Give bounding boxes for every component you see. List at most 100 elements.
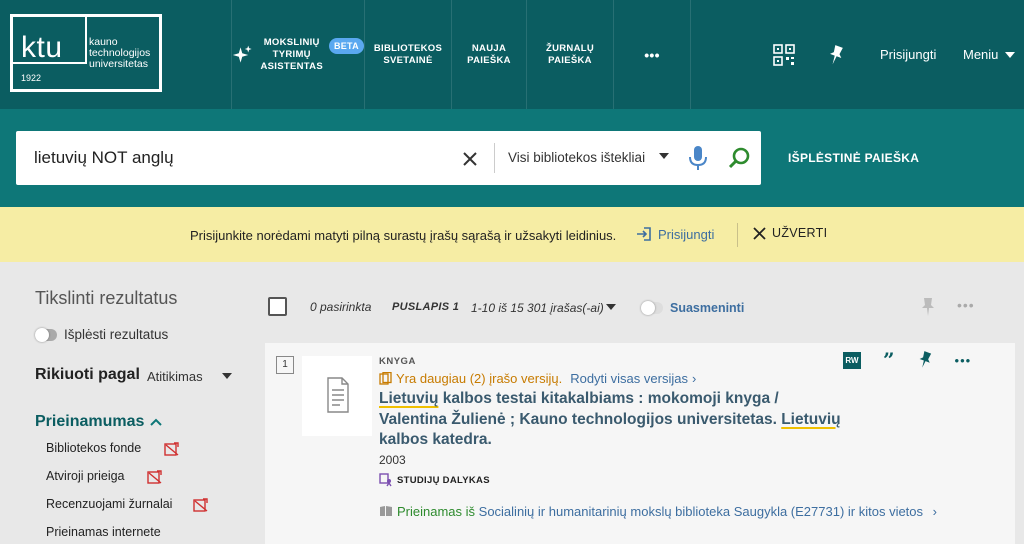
nav-label-line: SVETAINĖ [383,54,433,66]
facet-open-access[interactable]: Atviroji prieiga [46,469,125,483]
exclude-facet-icon[interactable] [147,470,162,484]
nav-new-search[interactable]: NAUJA PAIEŠKA [452,0,526,109]
search-icon[interactable] [727,145,753,171]
more-options-icon[interactable]: ••• [957,297,975,313]
beta-badge: BETA [328,37,364,54]
chevron-right-icon: › [932,504,937,519]
close-icon [753,226,766,240]
chevron-right-icon: › [691,371,697,386]
result-title-link[interactable]: Lietuvių kalbos testai kitakalbiams : mo… [379,389,849,451]
logo-name-line: universitetas [89,58,148,70]
refine-sidebar: Tikslinti rezultatus Išplėsti rezultatus… [0,262,260,544]
facet-peer-reviewed[interactable]: Recenzuojami žurnalai [46,497,172,511]
availability-status: Prieinamas iš [397,504,476,519]
sign-in-icon [637,227,651,241]
resource-type: KNYGA [379,356,416,367]
result-actions: RW ” ••• [843,350,972,370]
sort-label: Rikiuoti pagal [35,366,140,383]
logo-divider-vertical [85,14,87,62]
search-box: lietuvių NOT anglų Visi bibliotekos ište… [16,131,761,185]
nav-separator [690,0,691,109]
logo-year: 1922 [21,73,42,83]
view-all-versions-link[interactable]: Rodyti visas versijas [570,371,688,386]
pin-icon[interactable] [920,297,936,317]
document-icon [327,377,349,413]
search-input[interactable]: lietuvių NOT anglų [34,148,174,168]
versions-icon [379,372,392,385]
nav-journal-search[interactable]: ŽURNALŲ PAIEŠKA [527,0,613,109]
nav-label-line: PAIEŠKA [548,54,592,66]
nav-login-link[interactable]: Prisijungti [880,0,936,109]
versions-line: Yra daugiau (2) įrašo versijų. Rodyti vi… [379,371,696,386]
sidebar-title: Tikslinti rezultatus [35,288,178,308]
nav-label-line: ŽURNALŲ [545,42,594,54]
personalize-toggle[interactable] [641,301,663,315]
login-notice-bar: Prisijunkite norėdami matyti pilną suras… [0,207,1024,262]
course-reserve-label: STUDIJŲ DALYKAS [379,473,490,487]
expand-results-toggle[interactable] [35,328,57,342]
chevron-down-icon [659,153,669,159]
exclude-facet-icon[interactable] [193,498,208,512]
result-item[interactable]: 1 KNYGA Yra daugiau (2) įrašo versijų. R… [265,343,1015,544]
course-icon [379,473,392,487]
results-range[interactable]: 1-10 iš 15 301 įrašas(-ai) [471,301,604,315]
nav-label-line: ASISTENTAS [260,60,323,72]
nav-library-websites[interactable]: BIBLIOTEKOS SVETAINĖ [365,0,451,109]
result-index: 1 [276,356,294,374]
refworks-icon[interactable]: RW [843,351,861,369]
availability-line[interactable]: Prieinamas iš Socialinių ir humanitarini… [379,502,939,522]
availability-heading[interactable]: Prieinamumas [35,413,144,431]
notice-dismiss-button[interactable]: UŽVERTI [753,226,827,240]
title-highlight: Lietuvių [781,410,841,428]
chevron-down-icon [222,373,232,379]
result-thumbnail[interactable] [302,356,372,436]
advanced-search-link[interactable]: IŠPLĖSTINĖ PAIEŠKA [788,151,919,165]
personalize-label[interactable]: Suasmeninti [670,301,744,315]
versions-text: Yra daugiau (2) įrašo versijų. [396,371,563,386]
close-icon [463,152,477,166]
menu-label: Meniu [963,47,999,62]
logo-name: kauno technologijos universitetas [89,37,150,70]
search-section: lietuvių NOT anglų Visi bibliotekos ište… [0,109,1024,207]
facet-available-online[interactable]: Prieinamas internete [46,525,161,539]
ktu-logo[interactable]: ktu 1922 kauno technologijos universitet… [10,14,162,92]
top-navigation: ktu 1922 kauno technologijos universitet… [0,0,1024,109]
nav-label-line: PAIEŠKA [467,54,511,66]
course-text: STUDIJŲ DALYKAS [397,474,490,486]
notice-message: Prisijunkite norėdami matyti pilną suras… [190,228,617,243]
book-icon [380,506,392,516]
notice-login-label: Prisijungti [658,226,715,242]
title-text: kalbos katedra. [379,431,492,448]
clear-search-button[interactable] [462,145,478,173]
more-options-icon[interactable]: ••• [955,353,972,368]
pinned-items-button[interactable] [826,0,846,109]
selected-count: 0 pasirinkta [310,300,372,314]
nav-label-line: BIBLIOTEKOS [373,42,443,54]
chevron-down-icon[interactable] [606,304,616,310]
result-year: 2003 [379,453,406,467]
exclude-facet-icon[interactable] [164,442,179,456]
notice-dismiss-label: UŽVERTI [772,226,828,240]
qr-code-icon [773,43,795,66]
title-text: kalbos testai kitakalbiams : mokomoji kn… [379,390,782,428]
pin-icon[interactable] [917,351,933,369]
sort-select[interactable]: Atitikimas [147,369,203,384]
select-all-checkbox[interactable] [268,297,287,316]
nav-label-line: MOKSLINIŲ [263,36,320,48]
nav-label-line: TYRIMŲ [272,48,311,60]
nav-label-line: NAUJA [471,42,507,54]
search-scope-select[interactable]: Visi bibliotekos ištekliai [508,150,645,165]
facet-library-holdings[interactable]: Bibliotekos fonde [46,441,141,455]
chevron-down-icon [1005,51,1016,58]
notice-separator [737,223,738,247]
nav-menu-button[interactable]: Meniu [963,0,1016,109]
page-indicator: PUSLAPIS 1 [392,301,460,313]
nav-more-button[interactable]: ••• [614,0,690,109]
nav-research-assistant[interactable]: MOKSLINIŲ TYRIMŲ ASISTENTAS BETA [232,0,364,109]
title-highlight: Lietuvių [379,390,439,407]
chevron-up-icon[interactable] [150,414,162,430]
microphone-icon[interactable] [687,144,709,172]
qr-code-button[interactable] [772,0,796,109]
notice-login-button[interactable]: Prisijungti [636,226,714,242]
citation-icon[interactable]: ” [883,350,895,370]
